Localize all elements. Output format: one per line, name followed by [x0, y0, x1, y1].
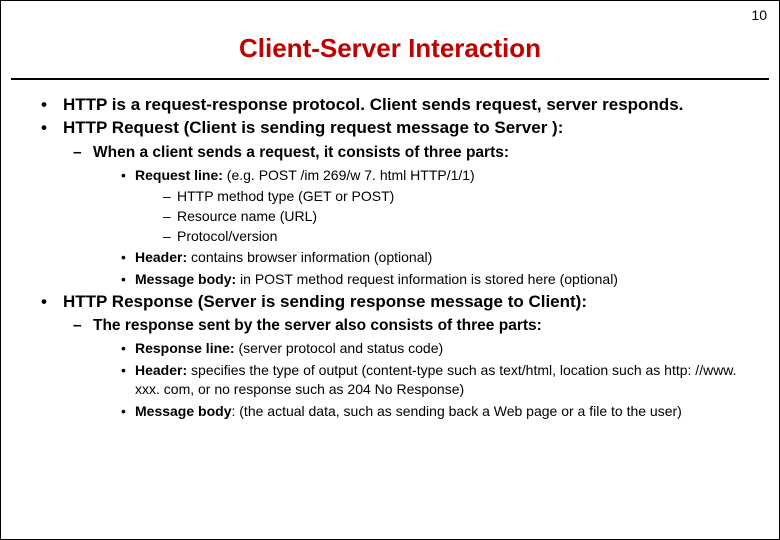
request-line-rest: (e.g. POST /im 269/w 7. html HTTP/1/1): [223, 167, 475, 183]
bullet-3-1-3: Message body: (the actual data, such as …: [93, 402, 763, 421]
response-line-rest: (server protocol and status code): [235, 340, 444, 356]
bullet-2-1-1-c: Protocol/version: [135, 227, 763, 245]
bullet-2-1: When a client sends a request, it consis…: [63, 143, 763, 289]
header-label: Header:: [135, 249, 187, 265]
response-line-label: Response line:: [135, 340, 235, 356]
bullet-3-text: HTTP Response (Server is sending respons…: [63, 292, 587, 311]
bullet-3-1-1: Response line: (server protocol and stat…: [93, 339, 763, 358]
divider: [11, 78, 769, 80]
slide: 10 Client-Server Interaction HTTP is a r…: [0, 0, 780, 540]
bullet-2: HTTP Request (Client is sending request …: [17, 117, 763, 289]
bullet-2-1-1: Request line: (e.g. POST /im 269/w 7. ht…: [93, 166, 763, 245]
bullet-3-1: The response sent by the server also con…: [63, 316, 763, 421]
bullet-3-1-text: The response sent by the server also con…: [93, 317, 542, 334]
message-body-label: Message body:: [135, 271, 236, 287]
bullet-2-1-1-a: HTTP method type (GET or POST): [135, 187, 763, 205]
slide-title: Client-Server Interaction: [1, 33, 779, 64]
response-body-rest: : (the actual data, such as sending back…: [231, 403, 681, 419]
header-rest: contains browser information (optional): [187, 249, 432, 265]
bullet-2-1-3: Message body: in POST method request inf…: [93, 270, 763, 289]
bullet-3-1-2: Header: specifies the type of output (co…: [93, 361, 763, 399]
content-area: HTTP is a request-response protocol. Cli…: [1, 94, 779, 421]
request-line-label: Request line:: [135, 167, 223, 183]
bullet-2-text: HTTP Request (Client is sending request …: [63, 118, 563, 137]
bullet-1: HTTP is a request-response protocol. Cli…: [17, 94, 763, 115]
page-number: 10: [751, 7, 767, 23]
response-header-label: Header:: [135, 362, 187, 378]
response-body-label: Message body: [135, 403, 231, 419]
response-header-rest: specifies the type of output (content-ty…: [135, 362, 737, 397]
bullet-2-1-2: Header: contains browser information (op…: [93, 248, 763, 267]
bullet-2-1-text: When a client sends a request, it consis…: [93, 144, 509, 161]
message-body-rest: in POST method request information is st…: [236, 271, 618, 287]
bullet-3: HTTP Response (Server is sending respons…: [17, 291, 763, 421]
bullet-2-1-1-b: Resource name (URL): [135, 207, 763, 225]
